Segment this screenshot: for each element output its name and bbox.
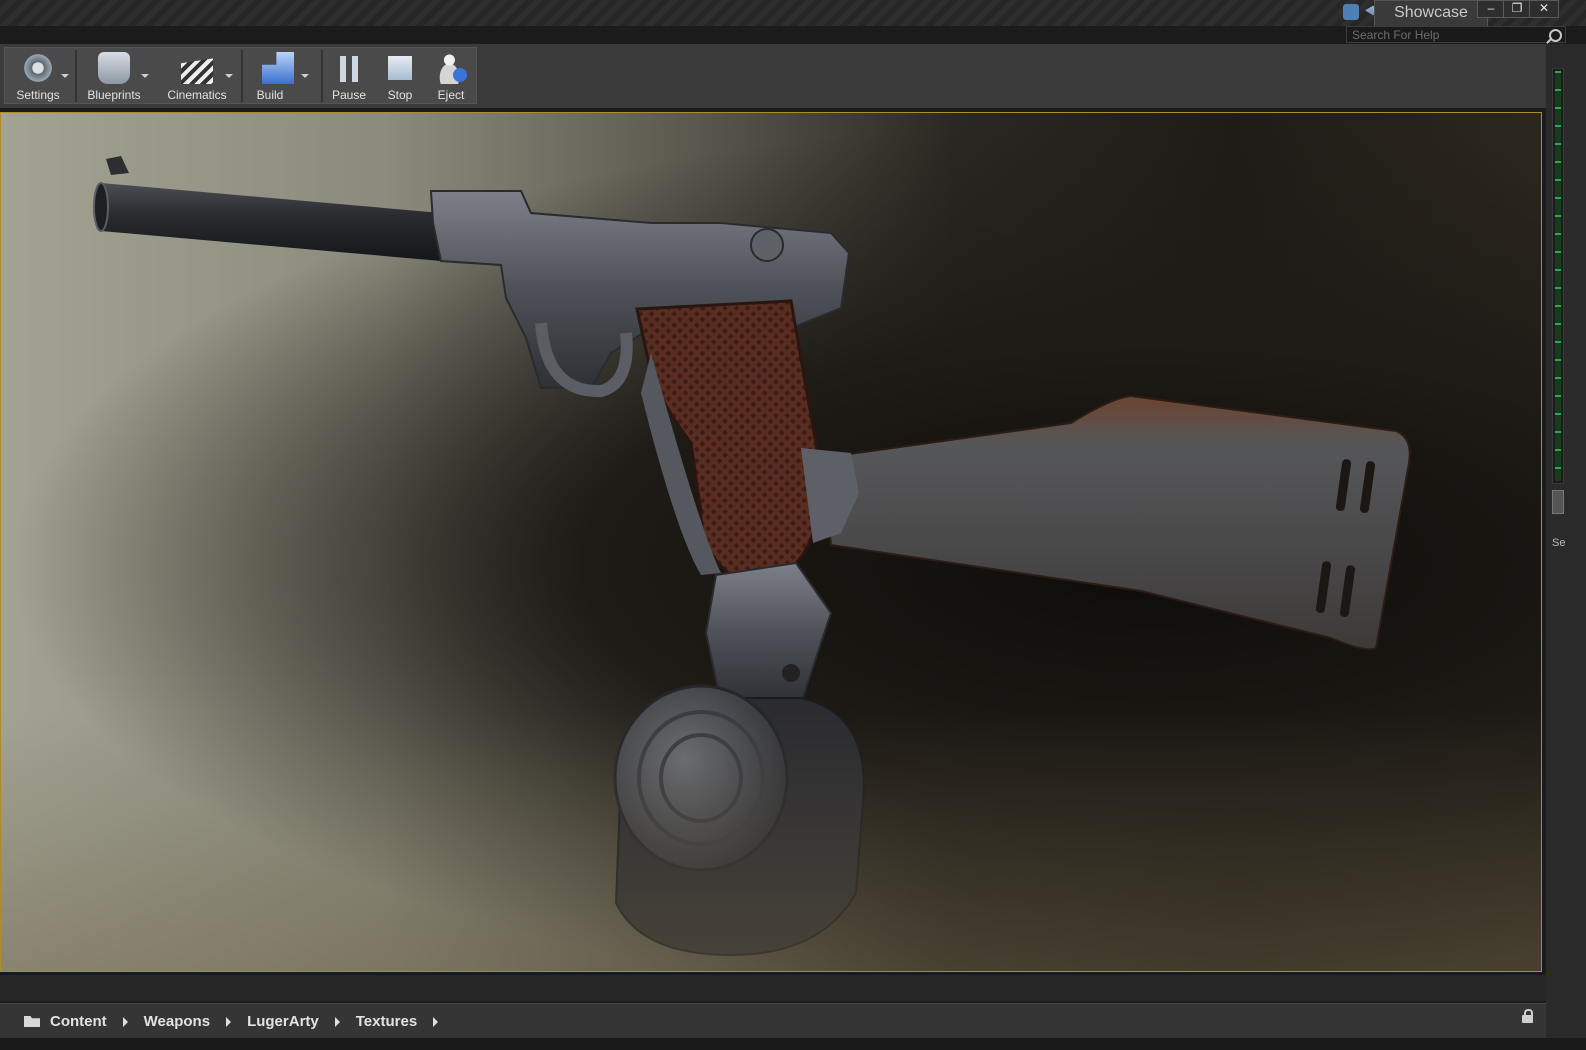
level-meter <box>1552 68 1564 484</box>
settings-dropdown-icon[interactable] <box>61 74 69 78</box>
pause-icon <box>340 56 358 82</box>
folder-icon[interactable] <box>24 1016 40 1027</box>
blueprints-dropdown-icon[interactable] <box>141 74 149 78</box>
stop-button[interactable]: Stop <box>379 48 421 103</box>
breadcrumb-item-lugerarty[interactable]: LugerArty <box>247 1013 319 1030</box>
side-panel-label: Se <box>1552 537 1566 549</box>
breadcrumb-item-textures[interactable]: Textures <box>356 1013 417 1030</box>
chevron-right-icon[interactable] <box>334 1016 340 1027</box>
build-label: Build <box>256 88 284 102</box>
settings-icon <box>22 52 54 84</box>
toolbar-separator <box>321 50 323 102</box>
eject-button[interactable]: Eject <box>429 48 473 103</box>
stop-icon <box>388 56 412 80</box>
pause-label: Pause <box>331 88 367 102</box>
breadcrumb-item-content[interactable]: Content <box>50 1013 107 1030</box>
settings-label: Settings <box>16 88 60 102</box>
chevron-right-icon[interactable] <box>122 1016 128 1027</box>
stop-label: Stop <box>387 88 413 102</box>
level-viewport[interactable] <box>0 112 1542 972</box>
toolbar-separator <box>75 50 77 102</box>
settings-button[interactable]: Settings <box>7 48 69 103</box>
breadcrumb-item-weapons[interactable]: Weapons <box>144 1013 210 1030</box>
project-tab[interactable]: Showcase <box>1374 0 1488 26</box>
close-button[interactable]: ✕ <box>1529 0 1559 18</box>
help-search-input[interactable]: Search For Help <box>1346 26 1566 43</box>
weapon-model[interactable] <box>1 113 1541 971</box>
minimize-button[interactable]: – <box>1477 0 1505 18</box>
cinematics-icon <box>181 58 213 84</box>
chat-icon[interactable] <box>1343 4 1359 20</box>
help-search-placeholder: Search For Help <box>1352 28 1440 42</box>
search-icon[interactable] <box>1549 29 1562 42</box>
eject-icon <box>435 52 467 84</box>
build-button[interactable]: Build <box>245 48 311 103</box>
cinematics-button[interactable]: Cinematics <box>157 48 237 103</box>
panel-toggle-button[interactable] <box>1552 490 1564 514</box>
pause-button[interactable]: Pause <box>325 48 373 103</box>
bottom-edge <box>0 1038 1586 1050</box>
build-icon <box>262 52 294 84</box>
blueprints-label: Blueprints <box>87 88 141 102</box>
breadcrumb: Content Weapons LugerArty Textures <box>0 1003 1546 1039</box>
build-dropdown-icon[interactable] <box>301 74 309 78</box>
lock-icon[interactable] <box>1522 1009 1533 1023</box>
chevron-right-icon[interactable] <box>226 1016 232 1027</box>
chevron-right-icon[interactable] <box>433 1016 439 1027</box>
main-toolbar: Settings Blueprints Cinematics Build Pau… <box>4 47 477 104</box>
cinematics-dropdown-icon[interactable] <box>225 74 233 78</box>
content-browser-header <box>0 975 1546 1001</box>
blueprints-icon <box>98 52 130 84</box>
level-meter-fill <box>1555 71 1561 481</box>
cinematics-label: Cinematics <box>167 88 227 102</box>
eject-label: Eject <box>437 88 465 102</box>
blueprints-button[interactable]: Blueprints <box>79 48 149 103</box>
toolbar-separator <box>241 50 243 102</box>
restore-button[interactable]: ❐ <box>1503 0 1531 18</box>
